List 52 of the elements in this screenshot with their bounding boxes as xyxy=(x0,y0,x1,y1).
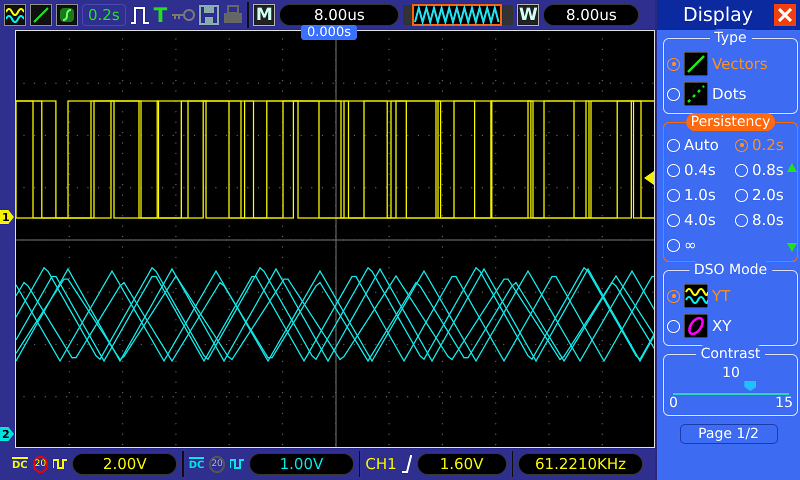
trigger-level: 1.60V xyxy=(416,453,507,475)
persistency-option[interactable]: ∞ xyxy=(667,233,735,257)
close-icon xyxy=(778,8,792,22)
horizontal-scale: 8.00us xyxy=(279,4,400,26)
persistency-option[interactable]: 1.0s xyxy=(667,183,735,207)
group-title: Persistency xyxy=(686,113,776,131)
contrast-slider[interactable] xyxy=(673,381,789,395)
bandwidth-limit: 20 xyxy=(209,456,225,472)
persistence-icon[interactable] xyxy=(56,4,78,26)
page-button[interactable]: Page 1/2 xyxy=(680,424,778,444)
type-option[interactable]: Dots xyxy=(667,79,746,109)
m-label: M xyxy=(253,4,276,26)
w-label: W xyxy=(517,4,540,26)
scroll-down-icon[interactable] xyxy=(787,243,797,252)
wave-icon xyxy=(684,284,708,308)
close-button[interactable] xyxy=(774,4,796,26)
pulse-icon xyxy=(130,5,150,25)
dotted-line-icon xyxy=(684,82,708,106)
persistency-option[interactable]: 0.4s xyxy=(667,158,735,182)
persistency-option[interactable]: Auto xyxy=(667,133,735,157)
trigger-mode-label: T xyxy=(154,3,168,27)
line-icon xyxy=(684,52,708,76)
save-icon xyxy=(199,5,220,25)
group-title: Type xyxy=(709,29,752,47)
printer-icon xyxy=(223,5,244,25)
window-scale: 8.00us xyxy=(543,4,640,26)
channel-scale: 2.00V xyxy=(72,453,178,475)
persistency-option[interactable]: 8.0s xyxy=(735,208,800,232)
memory-waveform-icon xyxy=(403,3,514,27)
coupling-label: DC xyxy=(188,457,204,471)
persistence-time: 0.2s xyxy=(82,4,126,26)
slider-max: 15 xyxy=(775,395,793,411)
coupling-label: DC xyxy=(12,457,28,471)
rising-edge-icon xyxy=(402,455,412,473)
bandwidth-limit: 20 xyxy=(32,456,48,472)
channel-scale: 1.00V xyxy=(248,453,354,475)
slider-min: 0 xyxy=(669,395,678,411)
channel-marker: 2 xyxy=(0,427,14,441)
frequency-readout: 61.2210KHz xyxy=(518,453,644,475)
scroll-up-icon[interactable] xyxy=(787,163,797,172)
channel-marker: 1 xyxy=(0,210,14,224)
wave-icon[interactable] xyxy=(4,4,26,26)
mode-option[interactable]: XY xyxy=(667,311,732,341)
trigger-source: CH1 xyxy=(365,455,397,473)
menu-title: Display xyxy=(683,4,754,26)
trigger-position: 0.000s xyxy=(301,25,357,40)
contrast-value: 10 xyxy=(721,365,741,381)
slider-thumb[interactable] xyxy=(744,381,756,391)
persistency-option[interactable]: 2.0s xyxy=(735,183,800,207)
persistency-option[interactable]: 4.0s xyxy=(667,208,735,232)
line-icon[interactable] xyxy=(30,4,52,26)
key-icon xyxy=(171,8,196,22)
